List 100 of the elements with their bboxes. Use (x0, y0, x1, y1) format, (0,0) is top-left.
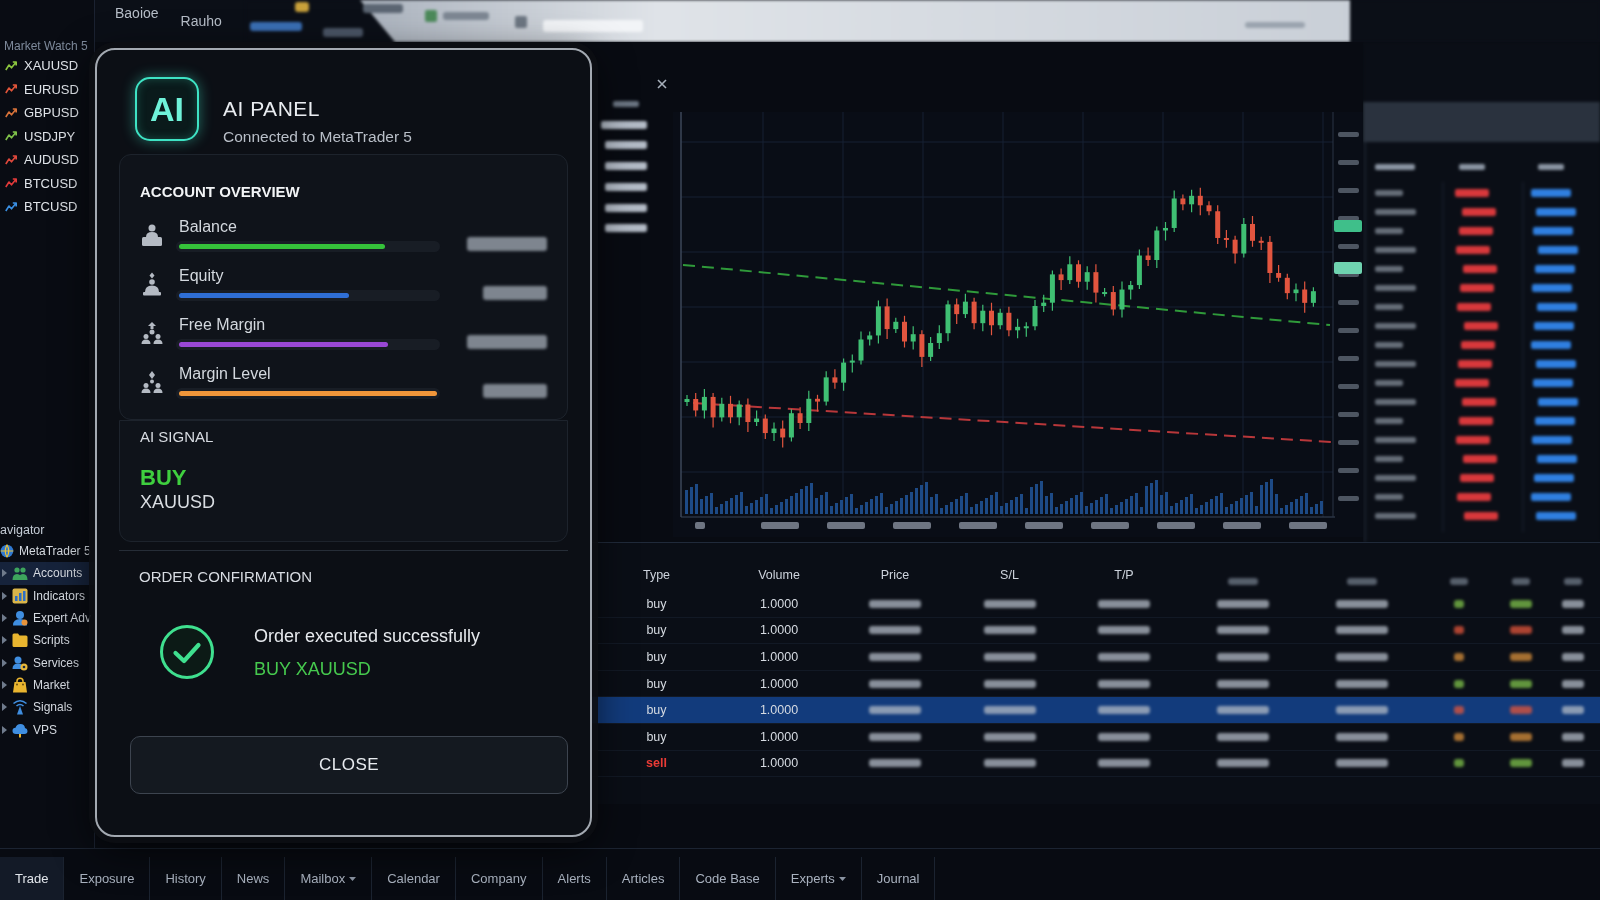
caret-icon (2, 725, 7, 734)
tab[interactable]: Exposure (64, 857, 151, 900)
blurred-value (483, 285, 547, 300)
tab[interactable]: Journal (861, 857, 936, 900)
symbol-item[interactable]: XAUUSD (0, 54, 94, 78)
caret-icon (2, 614, 7, 623)
tree-item[interactable]: Market (0, 673, 94, 697)
person-icon (140, 271, 164, 296)
people-icon (140, 369, 164, 394)
blurred-value (869, 626, 921, 635)
tree-item[interactable]: MetaTrader 5 (0, 540, 94, 563)
order-detail: BUY XAUUSD (254, 658, 372, 681)
table-cell-text: buy (646, 649, 667, 666)
tab[interactable]: Alerts (542, 857, 607, 900)
tab[interactable]: Experts (775, 857, 862, 900)
blurred-value (1561, 626, 1584, 635)
tab[interactable]: Mailbox (285, 857, 373, 900)
table-row[interactable]: buy 1.0000 (592, 591, 1600, 618)
blurred-value (1335, 653, 1388, 661)
column-header: T/P (1114, 567, 1134, 584)
blurred-value (1453, 599, 1464, 608)
dialog-title: AI PANEL (223, 96, 321, 122)
blurred-value (869, 759, 921, 768)
tree-item[interactable]: Scripts (0, 629, 94, 652)
table-row[interactable]: buy 1.0000 (592, 617, 1600, 645)
tab[interactable]: History (150, 857, 222, 900)
blurred-value (1216, 626, 1269, 635)
tab[interactable]: Company (455, 857, 543, 900)
blurred-value (869, 732, 921, 741)
blurred-value (1346, 578, 1377, 585)
blurred-value (1510, 706, 1532, 715)
blurred-value (1335, 759, 1388, 768)
check-circle-icon (159, 624, 215, 680)
panel-title: avigator (0, 522, 46, 539)
symbol-item[interactable]: BTCUSD (0, 171, 94, 195)
people-icon (12, 565, 28, 582)
blurred-value (1098, 626, 1150, 635)
tree-item[interactable]: Signals (0, 696, 94, 719)
table-row[interactable]: buy 1.0000 (592, 723, 1600, 751)
blurred-value (983, 626, 1036, 635)
tree-item[interactable]: Indicators (0, 584, 94, 607)
table-cell-text: 1.0000 (759, 649, 799, 666)
antenna-icon (12, 699, 28, 716)
table-cell-text: sell (646, 755, 667, 773)
blurred-value (1335, 679, 1388, 688)
tab[interactable]: News (221, 857, 286, 900)
blurred-value (1453, 732, 1464, 741)
menu-item[interactable]: Rauho (180, 12, 222, 30)
close-button[interactable]: CLOSE (130, 736, 568, 794)
column-header: Price (880, 567, 910, 584)
blurred-value (1510, 626, 1532, 635)
caret-icon (838, 876, 846, 881)
symbol-item[interactable]: USDJPY (0, 124, 94, 148)
tab[interactable]: Trade (0, 857, 65, 900)
blurred-value (1563, 578, 1582, 585)
blurred-value (1335, 732, 1388, 741)
column-header: S/L (1000, 567, 1019, 584)
table-row[interactable]: sell 1.0000 (592, 750, 1600, 778)
cloud-icon (12, 721, 28, 738)
blurred-value (1098, 679, 1150, 688)
tab[interactable]: Code Base (680, 857, 776, 900)
table-cell-text: 1.0000 (759, 675, 799, 693)
blurred-value (983, 653, 1036, 661)
table-cell-text: 1.0000 (759, 755, 799, 773)
metric-label: Free Margin (179, 315, 267, 335)
tab[interactable]: Calendar (372, 857, 456, 900)
tab[interactable]: Articles (606, 857, 681, 900)
connection-status: Connected to MetaTrader 5 (223, 127, 412, 147)
blurred-value (1510, 732, 1532, 741)
table-cell-text: buy (646, 622, 667, 640)
symbol-item[interactable]: BTCUSD (0, 195, 94, 219)
blurred-value (1335, 706, 1388, 715)
blurred-value (1453, 706, 1464, 715)
tree-item[interactable]: Expert Adv (0, 606, 94, 630)
caret-icon (2, 569, 7, 578)
blurred-value (983, 679, 1036, 688)
person-icon (12, 654, 28, 671)
blurred-value (1453, 626, 1464, 635)
tree-item[interactable]: Services (0, 651, 94, 674)
blurred-value (1216, 599, 1269, 608)
table-cell-text: buy (646, 702, 667, 720)
blurred-value (983, 732, 1036, 741)
blurred-value (1510, 759, 1532, 768)
symbol-item[interactable]: EURUSD (0, 77, 94, 101)
column-header: Volume (758, 567, 800, 584)
menu-item[interactable]: Baoioe (115, 4, 159, 22)
blurred-value (869, 653, 921, 661)
table-row[interactable]: buy 1.0000 (592, 644, 1600, 671)
blurred-value (983, 759, 1036, 768)
blurred-value (1510, 679, 1532, 688)
blurred-value (1561, 653, 1584, 661)
blurred-value (1561, 732, 1584, 741)
blurred-value (1449, 578, 1468, 585)
blurred-value (869, 706, 921, 715)
blurred-value (869, 599, 921, 608)
tree-item[interactable]: VPS (0, 718, 94, 741)
blurred-value (983, 706, 1036, 715)
close-icon[interactable] (657, 79, 667, 89)
symbol-item[interactable]: AUDUSD (0, 148, 94, 172)
symbol-item[interactable]: GBPUSD (0, 101, 94, 125)
